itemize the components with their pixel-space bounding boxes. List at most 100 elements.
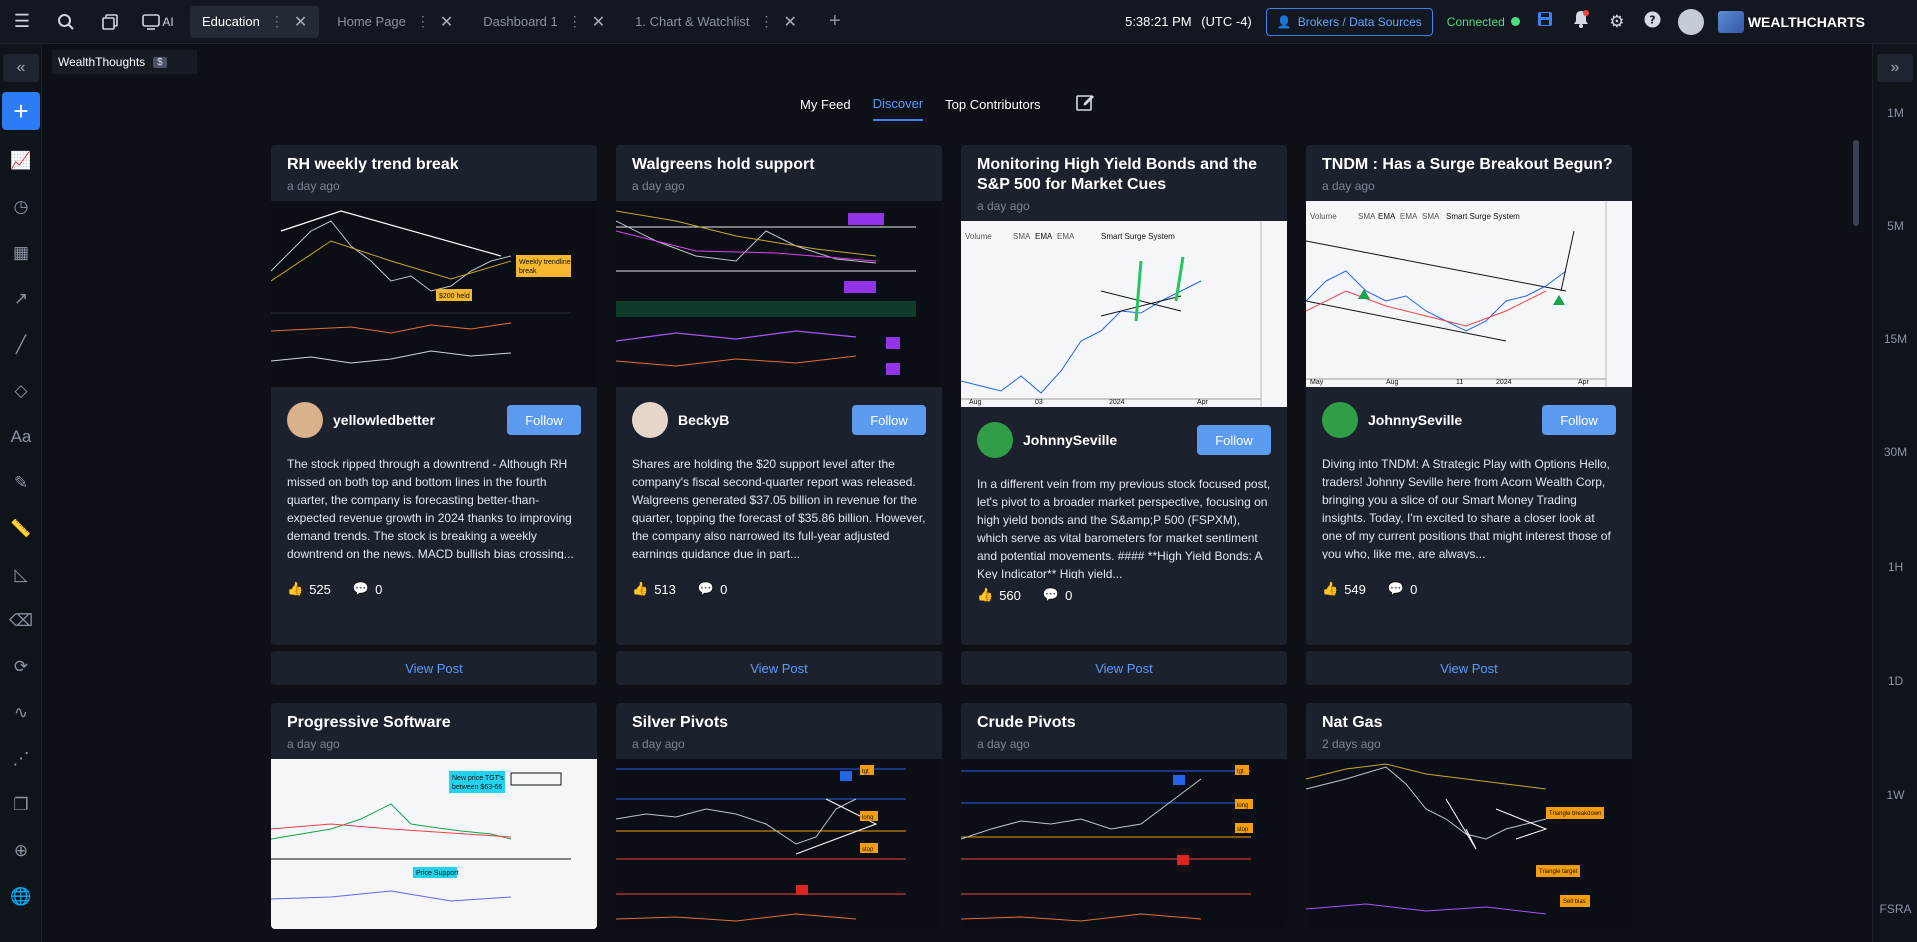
comment-count[interactable]: 💬 0 (353, 581, 382, 597)
save-icon[interactable] (1534, 11, 1556, 32)
tab-label: Home Page (337, 14, 406, 29)
add-button[interactable]: + (2, 92, 40, 130)
author-avatar[interactable] (977, 422, 1013, 458)
post-title[interactable]: Walgreens hold support (616, 145, 942, 175)
post-thumbnail[interactable]: Weekly trendline break $200 held (271, 201, 597, 387)
timeframe-1h[interactable]: 1H (1873, 560, 1917, 574)
compose-icon[interactable] (1075, 92, 1095, 118)
post-thumbnail[interactable]: tgt long stop (961, 759, 1287, 929)
shapes-icon[interactable]: ◇ (0, 368, 42, 414)
view-post-button[interactable]: View Post (961, 651, 1287, 685)
timeframe-1m[interactable]: 1M (1873, 106, 1917, 120)
comment-count[interactable]: 💬 0 (1043, 587, 1072, 603)
post-thumbnail[interactable]: New price TGT's between $63-66 Price Sup… (271, 759, 597, 929)
post-title[interactable]: Progressive Software (271, 703, 597, 733)
author-name[interactable]: JohnnySeville (1368, 412, 1462, 428)
follow-button[interactable]: Follow (1197, 425, 1271, 455)
close-icon[interactable]: ✕ (440, 12, 453, 32)
collapse-left-icon[interactable]: « (3, 54, 39, 82)
view-post-button[interactable]: View Post (271, 651, 597, 685)
tab-education[interactable]: Education ⋮ ✕ (190, 5, 320, 38)
comment-count[interactable]: 💬 0 (698, 581, 727, 597)
timeframe-1d[interactable]: 1D (1873, 674, 1917, 688)
author-avatar[interactable] (632, 402, 668, 438)
more-icon[interactable]: ⋮ (270, 13, 284, 30)
more-icon[interactable]: ⋮ (416, 13, 430, 30)
like-count[interactable]: 👍 513 (632, 581, 676, 597)
user-avatar[interactable] (1677, 8, 1704, 35)
like-count[interactable]: 👍 549 (1322, 581, 1366, 597)
scatter-icon[interactable]: ⋰ (0, 736, 42, 782)
gear-icon[interactable]: ⚙ (1606, 12, 1628, 32)
author-avatar[interactable] (287, 402, 323, 438)
clock-icon[interactable]: ◷ (0, 184, 42, 230)
indicator-icon[interactable]: ∿ (0, 690, 42, 736)
tab-chart-watchlist[interactable]: 1. Chart & Watchlist ⋮ ✕ (623, 6, 809, 38)
close-icon[interactable]: ✕ (592, 12, 605, 32)
post-title[interactable]: RH weekly trend break (271, 145, 597, 175)
tab-home-page[interactable]: Home Page ⋮ ✕ (325, 6, 465, 38)
expand-right-icon[interactable]: » (1877, 54, 1913, 82)
eraser-icon[interactable]: ⌫ (0, 598, 42, 644)
timeframe-1w[interactable]: 1W (1873, 788, 1917, 802)
chart-type-icon[interactable]: 📈 (0, 138, 42, 184)
help-icon[interactable]: ? (1642, 11, 1664, 33)
author-name[interactable]: JohnnySeville (1023, 432, 1117, 448)
comment-count[interactable]: 💬 0 (1388, 581, 1417, 597)
copy-icon[interactable]: ❐ (0, 782, 42, 828)
post-thumbnail[interactable] (616, 201, 942, 387)
author-avatar[interactable] (1322, 402, 1358, 438)
follow-button[interactable]: Follow (852, 405, 926, 435)
bell-icon[interactable] (1570, 10, 1592, 33)
follow-button[interactable]: Follow (507, 405, 581, 435)
text-tool-icon[interactable]: Aa (0, 414, 42, 460)
refresh-icon[interactable]: ⟳ (0, 644, 42, 690)
author-name[interactable]: yellowledbetter (333, 412, 435, 428)
view-post-button[interactable]: View Post (1306, 651, 1632, 685)
post-thumbnail[interactable]: Triangle breakdown Triangle target Sell … (1306, 759, 1632, 929)
like-count[interactable]: 👍 560 (977, 587, 1021, 603)
ai-icon[interactable]: AI (132, 0, 184, 44)
add-tab-icon[interactable]: + (829, 10, 841, 33)
post-title[interactable]: Monitoring High Yield Bonds and the S&P … (961, 145, 1287, 195)
post-title[interactable]: TNDM : Has a Surge Breakout Begun? (1306, 145, 1632, 175)
tab-top-contributors[interactable]: Top Contributors (945, 97, 1040, 120)
line-tool-icon[interactable]: ╱ (0, 322, 42, 368)
dollar-badge: $ (153, 56, 167, 68)
tab-dashboard-1[interactable]: Dashboard 1 ⋮ ✕ (471, 6, 617, 38)
ruler-icon[interactable]: 📏 (0, 506, 42, 552)
like-count[interactable]: 👍 525 (287, 581, 331, 597)
follow-button[interactable]: Follow (1542, 405, 1616, 435)
post-thumbnail[interactable]: tgt long stop (616, 759, 942, 929)
measure-icon[interactable]: ◺ (0, 552, 42, 598)
tab-my-feed[interactable]: My Feed (800, 97, 851, 120)
view-post-button[interactable]: View Post (616, 651, 942, 685)
post-title[interactable]: Silver Pivots (616, 703, 942, 733)
search-icon[interactable] (44, 0, 88, 44)
author-name[interactable]: BeckyB (678, 412, 729, 428)
menu-icon[interactable]: ☰ (0, 0, 44, 44)
timeframe-30m[interactable]: 30M (1873, 445, 1917, 459)
brokers-button[interactable]: 👤 Brokers / Data Sources (1265, 7, 1433, 36)
timeframe-15m[interactable]: 15M (1873, 332, 1917, 346)
pencil-icon[interactable]: ✎ (0, 460, 42, 506)
post-thumbnail[interactable]: Volume SMA EMA EMA SMA Smart Surge Syste… (1306, 201, 1632, 387)
timeframe-5m[interactable]: 5M (1873, 219, 1917, 233)
layouts-icon[interactable] (88, 0, 132, 44)
post-title[interactable]: Nat Gas (1306, 703, 1632, 733)
post-excerpt: Diving into TNDM: A Strategic Play with … (1322, 457, 1611, 559)
more-icon[interactable]: ⋮ (760, 13, 774, 30)
tab-label: Education (202, 14, 260, 29)
post-title[interactable]: Crude Pivots (961, 703, 1287, 733)
post-time: a day ago (1322, 179, 1375, 193)
scrollbar[interactable] (1853, 140, 1859, 226)
crosshair-icon[interactable]: ⊕ (0, 828, 42, 874)
more-icon[interactable]: ⋮ (568, 13, 582, 30)
close-icon[interactable]: ✕ (294, 12, 307, 32)
post-thumbnail[interactable]: Volume SMA EMA EMA Smart Surge System Au… (961, 221, 1287, 407)
globe-icon[interactable]: 🌐 (0, 874, 42, 920)
tab-discover[interactable]: Discover (872, 96, 924, 121)
close-icon[interactable]: ✕ (784, 12, 797, 32)
calendar-icon[interactable]: ▦ (0, 230, 42, 276)
trend-icon[interactable]: ↗ (0, 276, 42, 322)
